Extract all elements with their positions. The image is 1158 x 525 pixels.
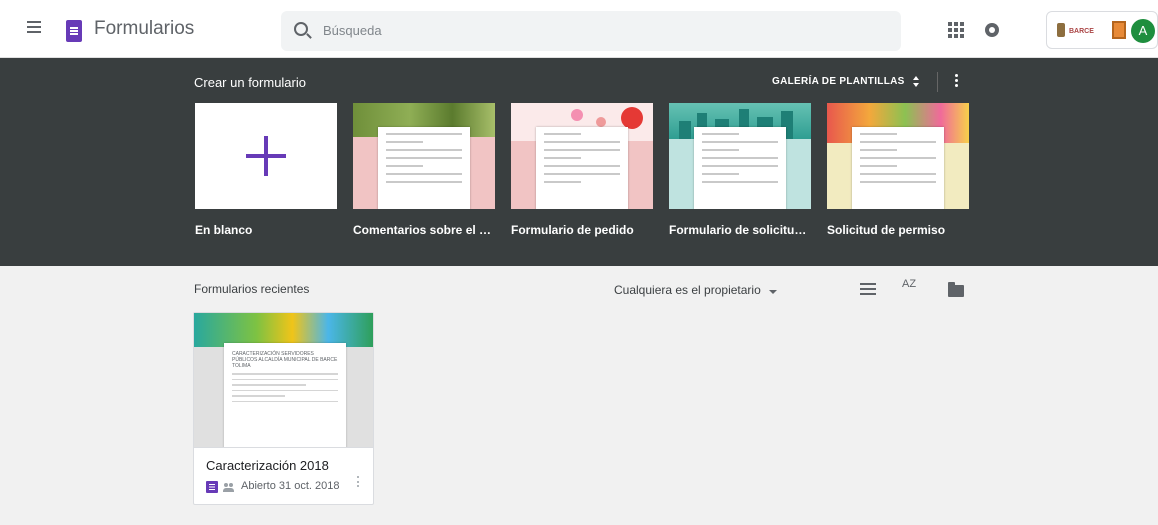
form-thumbnail[interactable]: CARACTERIZACIÓN SERVIDORES PÚBLICOS ALCA…: [194, 313, 373, 448]
account-switcher[interactable]: BARCE A: [1046, 11, 1158, 49]
avatar[interactable]: A: [1131, 19, 1155, 43]
template-thumbnail[interactable]: [195, 103, 337, 209]
chevron-down-icon[interactable]: [769, 290, 777, 294]
template-label[interactable]: Solicitud de permiso: [827, 223, 969, 237]
search-input[interactable]: Búsqueda: [323, 23, 382, 38]
template-label[interactable]: En blanco: [195, 223, 337, 237]
org-logo: BARCE: [1057, 21, 1105, 39]
menu-icon[interactable]: [22, 18, 46, 42]
app-title[interactable]: Formularios: [94, 18, 194, 40]
people-icon: [223, 483, 235, 493]
template-blank[interactable]: En blanco: [195, 103, 337, 237]
template-gallery-button[interactable]: GALERÍA DE PLANTILLAS: [772, 76, 905, 87]
list-view-icon[interactable]: [860, 283, 876, 296]
forms-icon: [206, 481, 218, 493]
template-label[interactable]: Formulario de pedido: [511, 223, 653, 237]
recent-forms-section: Formularios recientes Cualquiera es el p…: [0, 266, 1158, 525]
forms-logo-icon[interactable]: [66, 20, 82, 42]
template-label[interactable]: Comentarios sobre el ev...: [353, 223, 495, 237]
search-bar[interactable]: Búsqueda: [281, 11, 901, 51]
search-icon[interactable]: [294, 22, 308, 36]
recent-forms-title: Formularios recientes: [194, 282, 310, 296]
notifications-icon[interactable]: [985, 23, 999, 37]
sort-icon[interactable]: AZ: [902, 279, 916, 290]
template-event-feedback[interactable]: Comentarios sobre el ev...: [353, 103, 495, 237]
more-icon[interactable]: [357, 476, 361, 490]
more-icon[interactable]: [955, 74, 959, 90]
form-thumbnail-heading: CARACTERIZACIÓN SERVIDORES PÚBLICOS ALCA…: [232, 351, 338, 369]
template-gallery: Crear un formulario GALERÍA DE PLANTILLA…: [0, 58, 1158, 266]
form-opened-date: Abierto 31 oct. 2018: [241, 480, 340, 492]
org-badge-icon: [1112, 21, 1126, 39]
apps-grid-icon[interactable]: [948, 22, 964, 38]
divider: [937, 72, 938, 92]
template-label[interactable]: Formulario de solicitud ...: [669, 223, 811, 237]
create-form-title: Crear un formulario: [194, 75, 306, 90]
form-title[interactable]: Caracterización 2018: [206, 458, 329, 473]
owner-filter-dropdown[interactable]: Cualquiera es el propietario: [614, 283, 761, 297]
template-job-application[interactable]: Formulario de solicitud ...: [669, 103, 811, 237]
template-thumbnail[interactable]: [827, 103, 969, 209]
folder-icon[interactable]: [948, 282, 964, 297]
template-thumbnail[interactable]: [669, 103, 811, 209]
template-permission-request[interactable]: Solicitud de permiso: [827, 103, 969, 237]
expand-collapse-icon[interactable]: [911, 74, 921, 90]
template-order-form[interactable]: Formulario de pedido: [511, 103, 653, 237]
form-card[interactable]: CARACTERIZACIÓN SERVIDORES PÚBLICOS ALCA…: [193, 312, 374, 505]
top-bar: Formularios Búsqueda BARCE A: [0, 0, 1158, 58]
template-thumbnail[interactable]: [511, 103, 653, 209]
template-thumbnail[interactable]: [353, 103, 495, 209]
